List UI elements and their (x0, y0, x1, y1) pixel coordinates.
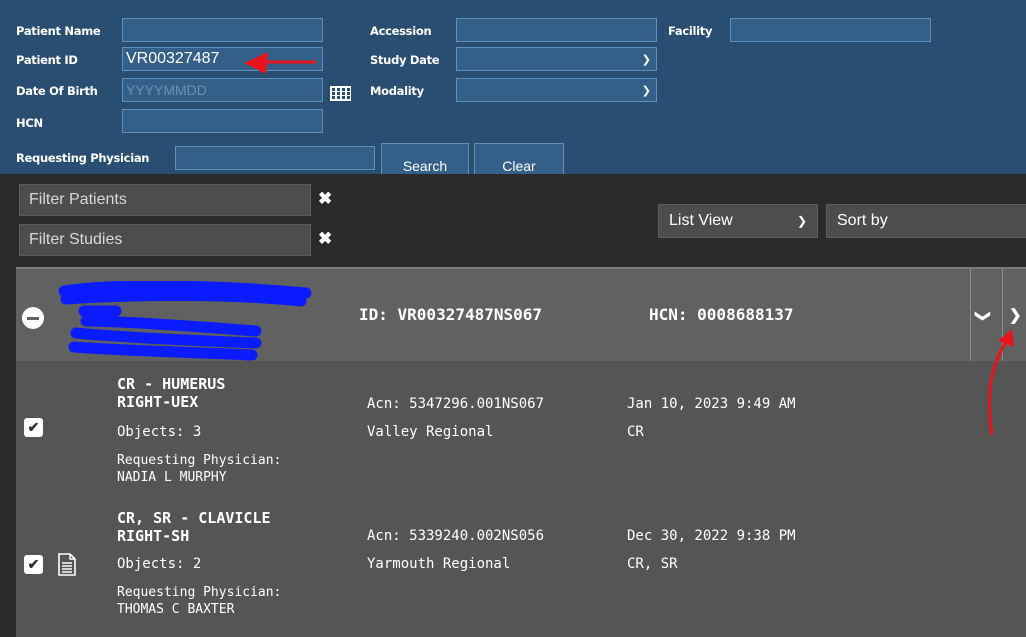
study-date-label: Study Date (370, 53, 440, 67)
chevron-down-icon[interactable]: ❯ (974, 310, 992, 323)
checkmark-icon[interactable]: ✔ (24, 418, 43, 437)
facility-field[interactable] (730, 18, 931, 42)
study-row[interactable]: ✔ CR, SR - CLAVICLE RIGHT-SH Objects: 2 … (16, 504, 1026, 632)
study-date-select[interactable]: ❯ (456, 47, 657, 71)
accession-field[interactable] (456, 18, 657, 42)
view-select[interactable]: List View ❯ (658, 204, 818, 238)
study-description: CR, SR - CLAVICLE (117, 509, 271, 527)
study-description: CR - HUMERUS (117, 375, 226, 393)
filter-studies-input[interactable]: Filter Studies (19, 224, 311, 256)
patient-name-label: Patient Name (16, 24, 101, 38)
dob-field[interactable]: YYYYMMDD (122, 78, 323, 102)
minus-circle-icon[interactable] (22, 307, 44, 329)
header-divider (1002, 269, 1003, 361)
patient-header[interactable]: ID: VR00327487NS067 HCN: 0008688137 ❯ ❯ (16, 267, 1026, 361)
clear-button[interactable]: Clear (474, 143, 564, 174)
patient-hcn-text: HCN: 0008688137 (649, 305, 794, 324)
sort-select[interactable]: Sort by (826, 204, 1026, 238)
patient-id-field[interactable]: VR00327487 (122, 47, 323, 71)
requesting-physician-field[interactable] (175, 146, 375, 170)
search-button[interactable]: Search (381, 143, 469, 174)
document-icon[interactable] (58, 553, 76, 576)
study-description: RIGHT-SH (117, 527, 190, 545)
dob-label: Date Of Birth (16, 84, 98, 98)
chevron-down-icon: ❯ (796, 214, 807, 228)
study-description: RIGHT-UEX (117, 393, 199, 411)
study-modality: CR (627, 424, 644, 440)
study-objects: Objects: 3 (117, 424, 202, 440)
study-accession: Acn: 5347296.001NS067 (367, 396, 545, 412)
filter-patients-input[interactable]: Filter Patients (19, 184, 311, 216)
study-date: Dec 30, 2022 9:38 PM (627, 528, 796, 544)
patient-id-text: ID: VR00327487NS067 (359, 305, 543, 324)
modality-label: Modality (370, 84, 424, 98)
study-list: ✔ CR - HUMERUS RIGHT-UEX Objects: 3 Requ… (16, 361, 1026, 637)
study-date: Jan 10, 2023 9:49 AM (627, 396, 796, 412)
physician-label: Requesting Physician: (117, 453, 282, 468)
chevron-down-icon: ❯ (641, 54, 651, 66)
checkmark-icon[interactable]: ✔ (24, 555, 43, 574)
study-accession: Acn: 5339240.002NS056 (367, 528, 545, 544)
patient-id-label: Patient ID (16, 53, 78, 67)
study-modality: CR, SR (627, 556, 678, 572)
header-divider (970, 269, 971, 361)
chevron-down-icon: ❯ (641, 85, 651, 97)
facility-label: Facility (668, 24, 713, 38)
view-select-value: List View (669, 212, 733, 229)
calendar-icon[interactable] (329, 79, 352, 102)
hcn-label: HCN (16, 116, 43, 130)
patient-name-field[interactable] (122, 18, 323, 42)
search-panel: Patient Name Patient ID VR00327487 Date … (0, 0, 1026, 174)
study-row[interactable]: ✔ CR - HUMERUS RIGHT-UEX Objects: 3 Requ… (16, 371, 1026, 499)
study-objects: Objects: 2 (117, 556, 202, 572)
close-icon[interactable]: ✖ (318, 229, 332, 249)
accession-label: Accession (370, 24, 432, 38)
hcn-field[interactable] (122, 109, 323, 133)
redaction-scribble (58, 281, 312, 361)
sort-select-value: Sort by (837, 212, 888, 229)
chevron-right-icon[interactable]: ❯ (1009, 306, 1022, 324)
study-facility: Yarmouth Regional (367, 556, 511, 572)
physician-name: THOMAS C BAXTER (117, 602, 235, 617)
study-facility: Valley Regional (367, 424, 494, 440)
modality-select[interactable]: ❯ (456, 78, 657, 102)
close-icon[interactable]: ✖ (318, 189, 332, 209)
physician-label: Requesting Physician: (117, 585, 282, 600)
requesting-physician-label: Requesting Physician (16, 151, 150, 165)
physician-name: NADIA L MURPHY (117, 470, 227, 485)
filter-bar: Filter Patients ✖ Filter Studies ✖ List … (0, 174, 1026, 267)
